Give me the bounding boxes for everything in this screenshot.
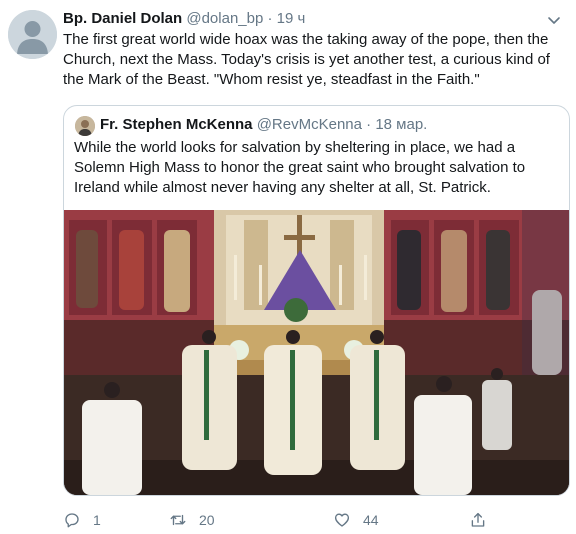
author-handle[interactable]: @dolan_bp	[186, 10, 263, 27]
share-icon	[471, 512, 485, 527]
reply-button[interactable]: 1	[63, 508, 101, 532]
quoted-author-handle: @RevMcKenna	[256, 116, 362, 133]
like-count: 44	[363, 512, 379, 528]
tweet-header: Bp. Daniel Dolan @dolan_bp · 19 ч	[63, 9, 305, 29]
tweet-timestamp[interactable]: 19 ч	[277, 10, 306, 27]
author-name[interactable]: Bp. Daniel Dolan	[63, 10, 182, 27]
share-button[interactable]	[469, 508, 487, 532]
retweet-count: 20	[199, 512, 215, 528]
quoted-author-avatar	[75, 116, 95, 136]
tweet-actions: 1 20 44	[63, 508, 523, 532]
heart-icon	[334, 513, 350, 527]
quoted-tweet-text: While the world looks for salvation by s…	[74, 139, 526, 196]
quoted-tweet[interactable]: Fr. Stephen McKenna @RevMcKenna · 18 мар…	[63, 105, 570, 496]
separator-dot: ·	[267, 10, 273, 27]
default-avatar-icon	[8, 10, 57, 59]
author-avatar[interactable]	[8, 10, 57, 59]
retweet-icon	[170, 514, 186, 526]
tweet-text: The first great world wide hoax was the …	[63, 31, 550, 88]
retweet-button[interactable]: 20	[169, 508, 215, 532]
reply-icon	[65, 513, 79, 528]
church-mass-photo[interactable]	[64, 210, 569, 495]
quoted-tweet-header: Fr. Stephen McKenna @RevMcKenna · 18 мар…	[100, 115, 427, 135]
chevron-down-icon[interactable]	[546, 12, 562, 28]
quoted-tweet-timestamp: 18 мар.	[375, 116, 428, 133]
church-interior-image	[64, 210, 569, 495]
quoted-author-name: Fr. Stephen McKenna	[100, 116, 253, 133]
reply-count: 1	[93, 512, 101, 528]
like-button[interactable]: 44	[333, 508, 379, 532]
avatar-photo-icon	[75, 116, 95, 136]
separator-dot: ·	[366, 116, 372, 133]
